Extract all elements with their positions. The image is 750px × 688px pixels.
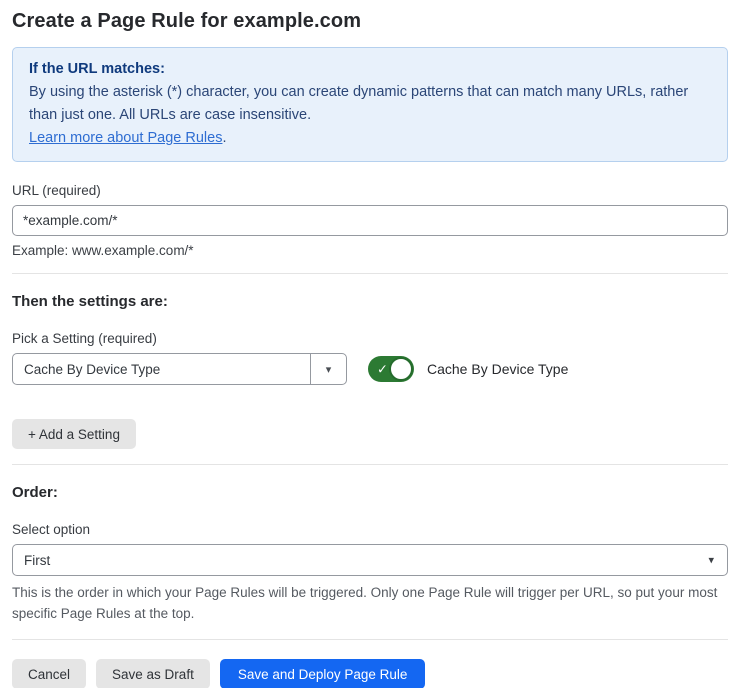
learn-more-link[interactable]: Learn more about Page Rules [29, 130, 222, 146]
save-draft-button[interactable]: Save as Draft [96, 659, 210, 688]
cache-device-toggle[interactable]: ✓ [368, 356, 414, 382]
page-title: Create a Page Rule for example.com [12, 10, 728, 33]
divider [12, 273, 728, 274]
divider [12, 639, 728, 640]
page-rule-form: Create a Page Rule for example.com If th… [0, 0, 750, 688]
setting-dropdown-value: Cache By Device Type [13, 354, 310, 384]
order-select[interactable]: First ▾ [12, 544, 728, 576]
settings-section-heading: Then the settings are: [12, 293, 728, 310]
toggle-knob [389, 357, 413, 381]
info-banner-body: By using the asterisk (*) character, you… [29, 81, 711, 127]
info-banner-link-line: Learn more about Page Rules. [29, 127, 711, 150]
save-deploy-button[interactable]: Save and Deploy Page Rule [220, 659, 426, 688]
setting-toggle-group: ✓ Cache By Device Type [368, 356, 568, 382]
order-helper-text: This is the order in which your Page Rul… [12, 582, 728, 624]
url-field-label: URL (required) [12, 183, 728, 198]
setting-dropdown[interactable]: Cache By Device Type ▾ [12, 353, 347, 385]
add-setting-button[interactable]: + Add a Setting [12, 419, 136, 449]
checkmark-icon: ✓ [377, 363, 388, 376]
chevron-down-icon: ▾ [708, 554, 714, 567]
footer-actions: Cancel Save as Draft Save and Deploy Pag… [12, 659, 728, 688]
url-match-info-banner: If the URL matches: By using the asteris… [12, 47, 728, 162]
order-select-value: First [24, 553, 50, 568]
order-select-label: Select option [12, 522, 728, 537]
setting-picker-row: Cache By Device Type ▾ ✓ Cache By Device… [12, 353, 728, 385]
link-period: . [222, 130, 226, 146]
url-input[interactable] [12, 205, 728, 236]
toggle-label: Cache By Device Type [427, 361, 568, 377]
setting-picker-label: Pick a Setting (required) [12, 331, 728, 346]
divider [12, 464, 728, 465]
info-banner-heading: If the URL matches: [29, 58, 711, 81]
order-section-heading: Order: [12, 484, 728, 501]
url-helper-text: Example: www.example.com/* [12, 243, 728, 258]
chevron-down-icon[interactable]: ▾ [310, 354, 346, 384]
cancel-button[interactable]: Cancel [12, 659, 86, 688]
